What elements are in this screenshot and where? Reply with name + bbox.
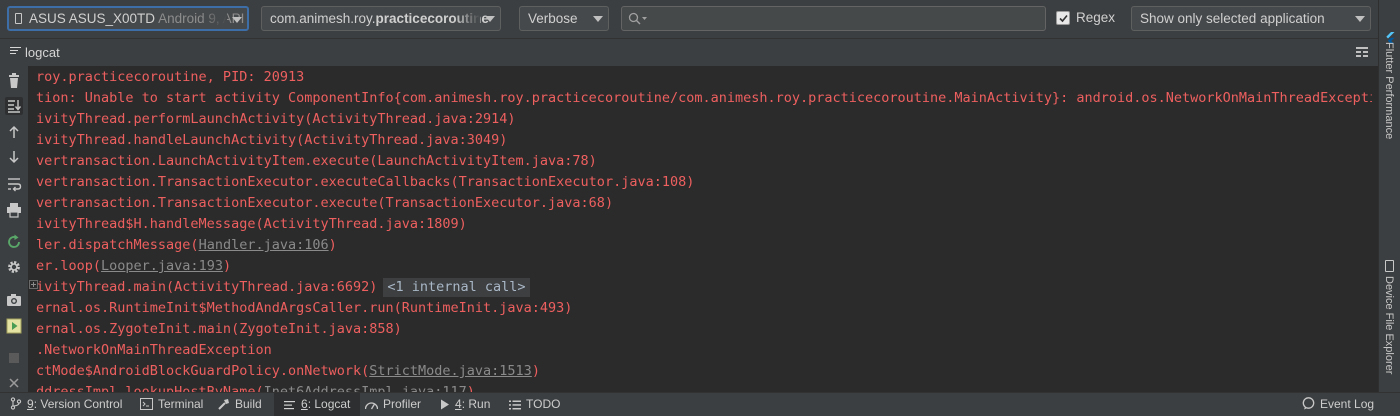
arrow-up-icon[interactable] — [5, 123, 23, 141]
logcat-output[interactable]: roy.practicecoroutine, PID: 20913 tion: … — [28, 66, 1372, 392]
log-line: ernal.os.ZygoteInit.main(ZygoteInit.java… — [36, 321, 402, 337]
screen-record-icon[interactable] — [5, 317, 23, 335]
logcat-title-label: logcat — [25, 45, 60, 60]
phone-icon — [15, 13, 22, 24]
search-input[interactable] — [652, 9, 1032, 28]
soft-wrap-icon[interactable] — [5, 175, 23, 193]
phone-icon — [1385, 260, 1394, 272]
print-icon[interactable] — [5, 201, 23, 219]
tab-version-control[interactable]: 9: Version Control — [10, 393, 128, 416]
chevron-down-icon — [1355, 16, 1365, 22]
logcat-icon — [284, 401, 295, 410]
log-line: ivityThread.main(ActivityThread.java:669… — [36, 277, 530, 298]
profiler-icon — [364, 402, 379, 410]
source-link[interactable]: Handler.java:106 — [199, 237, 329, 253]
camera-icon[interactable] — [5, 291, 23, 309]
todo-icon — [509, 400, 521, 410]
device-file-explorer-tab[interactable]: Device File Explorer — [1379, 260, 1400, 390]
scroll-to-end-icon[interactable] — [5, 97, 23, 115]
log-line: ivityThread.performLaunchActivity(Activi… — [36, 111, 516, 127]
log-line: vertransaction.LaunchActivityItem.execut… — [36, 153, 597, 169]
search-icon — [628, 12, 647, 25]
internal-call-fold[interactable]: <1 internal call> — [383, 278, 530, 297]
log-scrollbar[interactable] — [1372, 66, 1378, 392]
log-line: ernal.os.RuntimeInit$MethodAndArgsCaller… — [36, 300, 573, 316]
trash-icon[interactable] — [5, 72, 23, 90]
filter-value: Show only selected application — [1140, 11, 1325, 26]
chevron-down-icon — [232, 17, 242, 23]
regex-label: Regex — [1076, 10, 1116, 25]
logcat-actions-bar — [0, 66, 28, 392]
event-log-button[interactable]: Event Log — [1302, 393, 1380, 416]
filter-selector[interactable]: Show only selected application — [1131, 6, 1371, 31]
log-line: roy.practicecoroutine, PID: 20913 — [36, 69, 305, 85]
logcat-header: logcat — [0, 38, 1378, 66]
chevron-down-icon — [485, 16, 495, 22]
source-link[interactable]: StrictMode.java:1513 — [369, 363, 532, 379]
log-line: ler.dispatchMessage(Handler.java:106) — [36, 237, 337, 253]
log-line: ivityThread$H.handleMessage(ActivityThre… — [36, 216, 467, 232]
source-link[interactable]: Looper.java:193 — [101, 258, 223, 274]
logcat-toolbar: ASUS ASUS_X00TD Android 9, API 28 com.an… — [0, 0, 1378, 38]
process-selector[interactable]: com.animesh.roy.practicecoroutine — [261, 6, 501, 31]
run-icon — [441, 399, 449, 410]
device-selector[interactable]: ASUS ASUS_X00TD Android 9, API 28 — [7, 6, 249, 31]
terminal-icon — [140, 398, 153, 410]
logcat-panel-title[interactable]: logcat — [10, 45, 60, 60]
event-log-icon — [1302, 397, 1315, 410]
flutter-performance-tab[interactable]: Flutter Performance — [1379, 26, 1400, 139]
tab-terminal[interactable]: Terminal — [140, 393, 209, 416]
log-level-selector[interactable]: Verbose — [519, 6, 609, 31]
build-icon — [218, 399, 229, 410]
close-icon[interactable] — [5, 374, 23, 392]
chevron-down-icon — [593, 16, 603, 22]
restart-icon[interactable] — [5, 233, 23, 251]
regex-checkbox[interactable] — [1056, 11, 1070, 25]
log-level-value: Verbose — [528, 11, 578, 26]
tab-logcat[interactable]: 6: Logcat — [274, 393, 361, 416]
log-line: vertransaction.TransactionExecutor.execu… — [36, 174, 695, 190]
gear-icon[interactable] — [5, 258, 23, 276]
device-file-explorer-label: Device File Explorer — [1383, 276, 1395, 375]
log-line: ivityThread.handleLaunchActivity(Activit… — [36, 132, 508, 148]
arrow-down-icon[interactable] — [5, 148, 23, 166]
stop-icon[interactable] — [5, 349, 23, 367]
flutter-performance-label: Flutter Performance — [1383, 42, 1395, 140]
log-line: tion: Unable to start activity Component… — [36, 90, 1372, 106]
check-icon — [1059, 14, 1068, 23]
log-line: .NetworkOnMainThreadException — [36, 342, 272, 358]
version-control-icon — [10, 397, 22, 410]
layout-settings-icon[interactable] — [1356, 47, 1370, 59]
source-link[interactable]: Inet6AddressImpl.java:117 — [264, 384, 467, 392]
log-line: er.loop(Looper.java:193) — [36, 258, 232, 274]
log-line: vertransaction.TransactionExecutor.execu… — [36, 195, 614, 211]
tab-run[interactable]: 4: Run — [440, 393, 496, 416]
process-prefix: com.animesh.roy. — [270, 11, 376, 26]
tab-build[interactable]: Build — [218, 393, 268, 416]
logcat-icon — [10, 47, 21, 56]
search-box[interactable] — [621, 6, 1046, 31]
tab-todo[interactable]: TODO — [509, 393, 566, 416]
log-line: ddressImpl.lookupHostByName(Inet6Address… — [36, 382, 475, 392]
device-name: ASUS ASUS_X00TD — [29, 11, 156, 26]
log-line: ctMode$AndroidBlockGuardPolicy.onNetwork… — [36, 363, 540, 379]
right-tool-window-bar: Flutter Performance Device File Explorer — [1378, 0, 1400, 392]
tool-window-bar: 9: Version Control Terminal Build 6: Log… — [0, 392, 1400, 416]
expand-fold-icon[interactable] — [29, 280, 38, 289]
tab-profiler[interactable]: Profiler — [364, 393, 427, 416]
